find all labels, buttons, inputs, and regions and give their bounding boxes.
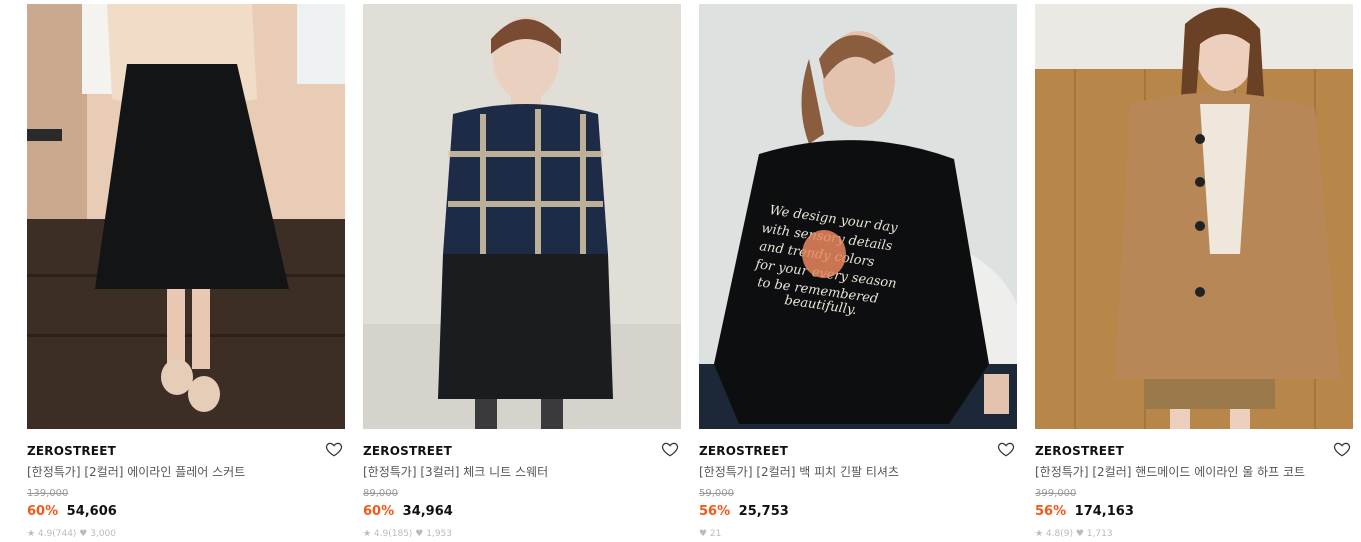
price-row: 56% 174,163 [1035, 504, 1353, 520]
product-card[interactable]: ZEROSTREET [한정특가] [3컬러] 체크 니트 스웨터 89,000… [363, 4, 681, 540]
sale-price: 34,964 [402, 504, 453, 519]
heart-outline-icon[interactable] [661, 440, 679, 458]
heart-outline-icon[interactable] [1333, 440, 1351, 458]
peach-print-long-sleeve-image: We design your day with sensory details … [699, 4, 1017, 429]
sale-price: 25,753 [738, 504, 789, 519]
brand-name[interactable]: ZEROSTREET [1035, 440, 1353, 462]
product-card[interactable]: ZEROSTREET [한정특가] [2컬러] 핸드메이드 에이라인 울 하프 … [1035, 4, 1353, 540]
discount-rate: 56% [1035, 504, 1067, 519]
discount-rate: 56% [699, 504, 731, 519]
original-price: 399,000 [1035, 488, 1077, 499]
camel-wool-coat-image [1035, 4, 1353, 429]
price-row: 60% 54,606 [27, 504, 345, 520]
price-row: 60% 34,964 [363, 504, 681, 520]
product-title[interactable]: [한정특가] [2컬러] 핸드메이드 에이라인 울 하프 코트 [1035, 463, 1353, 481]
brand-name[interactable]: ZEROSTREET [363, 440, 681, 462]
product-card[interactable]: We design your day with sensory details … [699, 4, 1017, 540]
product-image[interactable]: We design your day with sensory details … [699, 4, 1017, 429]
discount-rate: 60% [363, 504, 395, 519]
product-card[interactable]: ZEROSTREET [한정특가] [2컬러] 에이라인 플레어 스커트 139… [27, 4, 345, 540]
product-image[interactable] [363, 4, 681, 429]
brand-name[interactable]: ZEROSTREET [699, 440, 1017, 462]
original-price: 139,000 [27, 488, 69, 499]
review-stats: ★ 4.8(9) ♥ 1,713 [1035, 529, 1113, 539]
heart-outline-icon[interactable] [325, 440, 343, 458]
product-title[interactable]: [한정특가] [2컬러] 백 피치 긴팔 티셔츠 [699, 463, 1017, 481]
brand-name[interactable]: ZEROSTREET [27, 440, 345, 462]
review-stats: ♥ 21 [699, 529, 722, 539]
product-title[interactable]: [한정특가] [2컬러] 에이라인 플레어 스커트 [27, 463, 345, 481]
product-title[interactable]: [한정특가] [3컬러] 체크 니트 스웨터 [363, 463, 681, 481]
black-flare-skirt-image [27, 4, 345, 429]
check-knit-sweater-image [363, 4, 681, 429]
discount-rate: 60% [27, 504, 59, 519]
product-image[interactable] [1035, 4, 1353, 429]
product-image[interactable] [27, 4, 345, 429]
sale-price: 174,163 [1074, 504, 1134, 519]
original-price: 59,000 [699, 488, 734, 499]
heart-outline-icon[interactable] [997, 440, 1015, 458]
original-price: 89,000 [363, 488, 398, 499]
review-stats: ★ 4.9(185) ♥ 1,953 [363, 529, 452, 539]
review-stats: ★ 4.9(744) ♥ 3,000 [27, 529, 116, 539]
price-row: 56% 25,753 [699, 504, 1017, 520]
sale-price: 54,606 [66, 504, 117, 519]
